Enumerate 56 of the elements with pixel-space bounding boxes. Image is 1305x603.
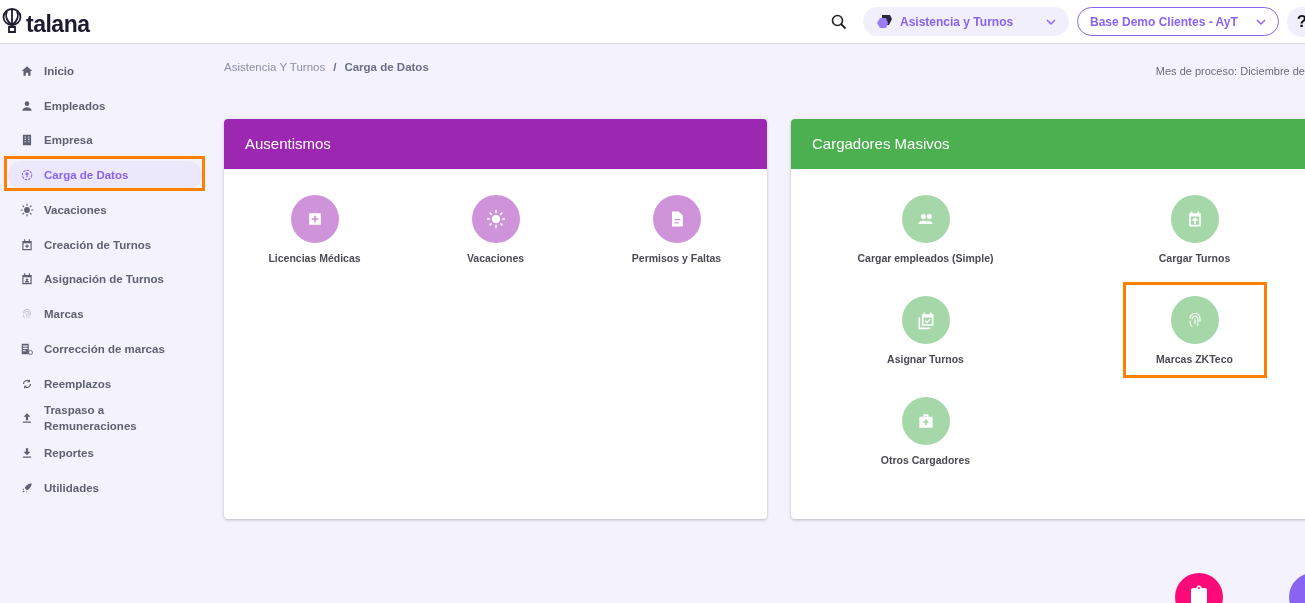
sidebar-item[interactable]: Empresa	[8, 126, 202, 155]
tile-icon-button[interactable]	[1170, 296, 1219, 344]
company-selector[interactable]: Base Demo Clientes - AyT	[1077, 7, 1279, 36]
upload-icon	[20, 411, 34, 426]
tile-label[interactable]: Asignar Turnos	[887, 352, 964, 366]
tile-label[interactable]: Cargar Turnos	[1158, 251, 1231, 265]
panel-title: Cargadores Masivos	[812, 133, 950, 154]
download-icon	[20, 446, 34, 460]
chevron-down-icon	[1046, 18, 1056, 25]
sidebar-item[interactable]: Asignación de Turnos	[8, 265, 202, 294]
sun-icon	[20, 202, 34, 217]
sidebar-item[interactable]: Corrección de marcas	[8, 334, 202, 363]
clipboard-icon	[1189, 585, 1209, 603]
sidebar-item[interactable]: Utilidades	[8, 473, 202, 502]
tile-icon-button[interactable]	[290, 195, 339, 243]
tile-label[interactable]: Permisos y Faltas	[631, 251, 722, 265]
upload-icon	[20, 168, 34, 182]
sidebar-item[interactable]: Vacaciones	[8, 195, 202, 224]
sidebar-item[interactable]: Creación de Turnos	[8, 230, 202, 259]
sidebar-item[interactable]: Empleados	[8, 91, 202, 120]
tile-label[interactable]: Otros Cargadores	[880, 453, 971, 467]
calendar-person-icon	[20, 272, 34, 287]
breadcrumb-current: Carga de Datos	[344, 60, 429, 76]
process-month-text: Mes de proceso: Diciembre de	[1155, 63, 1305, 79]
balloon-icon	[2, 7, 22, 36]
sidebar-item[interactable]: Carga de Datos	[8, 161, 202, 189]
fingerprint-icon	[20, 307, 34, 321]
calendar-plus-icon	[20, 237, 34, 252]
person-icon	[20, 98, 34, 113]
sidebar-item[interactable]: Reportes	[8, 439, 202, 467]
panel-title: Ausentismos	[245, 133, 331, 154]
tile-label[interactable]: Cargar empleados (Simple)	[857, 251, 994, 265]
tile-icon-button[interactable]	[901, 397, 950, 445]
module-selector[interactable]: Asistencia y Turnos	[863, 7, 1069, 36]
search-icon[interactable]	[831, 14, 847, 31]
sidebar-item[interactable]: Inicio	[8, 56, 202, 85]
sidebar-item[interactable]: Marcas	[8, 300, 202, 328]
sun-icon	[485, 209, 506, 229]
tile-icon-button[interactable]	[471, 195, 520, 243]
tile-label[interactable]: Vacaciones	[466, 251, 525, 265]
tile-label[interactable]: Licencias Médicas	[268, 251, 361, 265]
chevron-down-icon	[1256, 18, 1266, 25]
tile-icon-button[interactable]	[1170, 195, 1219, 243]
logo-text: talana	[26, 12, 90, 36]
sidebar-item[interactable]: Reemplazos	[8, 369, 202, 398]
building-icon	[20, 133, 34, 148]
breadcrumb-separator: /	[333, 60, 337, 76]
tile-icon-button[interactable]	[901, 296, 950, 344]
document-icon	[20, 341, 34, 356]
sidebar-item[interactable]: Traspaso a Remuneraciones	[8, 404, 202, 433]
rocket-icon	[20, 480, 34, 495]
module-icon	[876, 14, 892, 29]
tile-icon-button[interactable]	[652, 195, 701, 243]
tile-icon-button[interactable]	[901, 195, 950, 243]
breadcrumb-link[interactable]: Asistencia Y Turnos	[224, 59, 326, 77]
tile-label[interactable]: Marcas ZKTeco	[1156, 352, 1233, 366]
